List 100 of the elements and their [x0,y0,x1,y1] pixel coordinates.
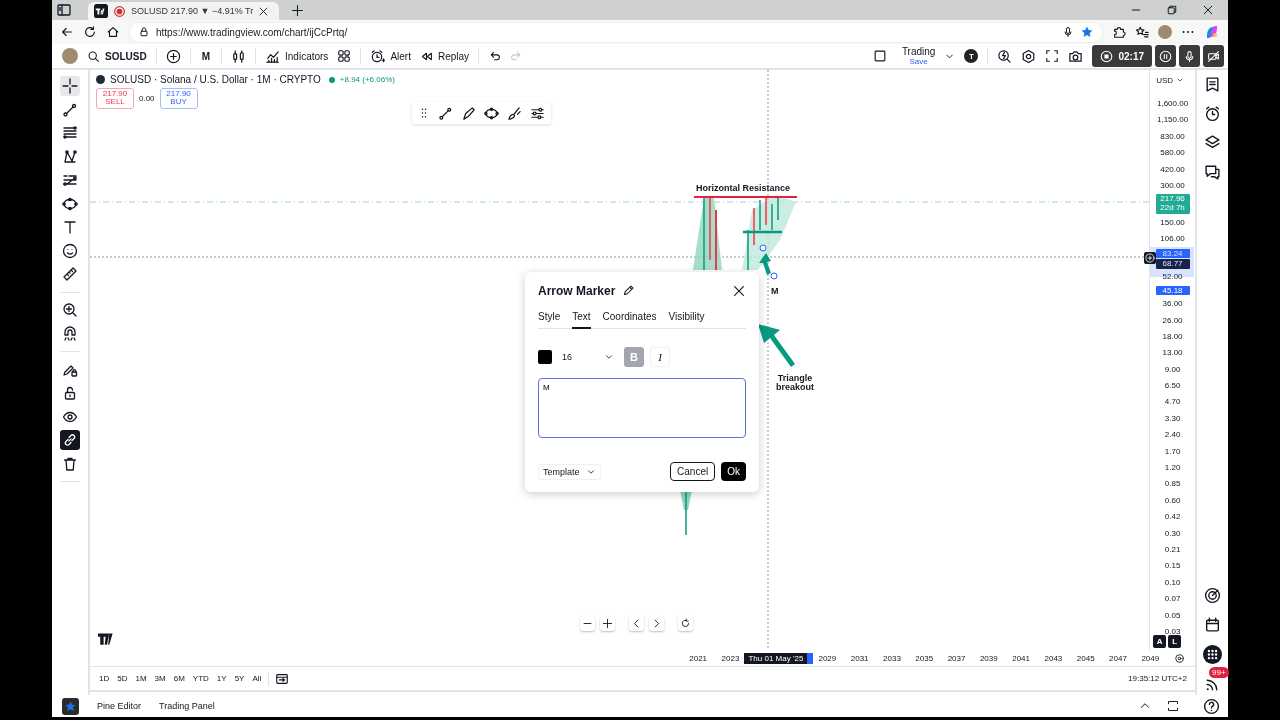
back-icon[interactable] [60,25,74,39]
calendar-icon[interactable] [1204,616,1221,633]
price-label: 830.00 [1160,130,1185,143]
recording-timer[interactable]: 02:17 [1092,45,1152,67]
zoom-in-button[interactable] [600,616,615,631]
mic-icon[interactable] [1062,26,1074,38]
mic-button[interactable] [1179,45,1200,67]
close-icon[interactable] [732,283,746,298]
favorites-button[interactable] [62,697,79,715]
ellipse-icon[interactable] [484,105,499,121]
user-avatar[interactable] [62,48,78,64]
dialog-tab[interactable]: Style [538,310,561,329]
watchlist-icon[interactable] [1204,76,1221,93]
reload-icon[interactable] [83,25,97,39]
camera-button[interactable] [1203,45,1224,67]
undo-icon[interactable] [488,49,502,63]
close-icon[interactable] [1202,4,1214,16]
layout-button[interactable]: Trading Save [901,46,936,66]
profile-avatar[interactable] [1158,25,1172,39]
range-button[interactable]: 1D [98,674,111,683]
layout-icon[interactable] [872,49,887,63]
chat-icon[interactable] [1204,163,1221,180]
scale-button[interactable]: A [1153,635,1167,648]
range-button[interactable]: 5Y [233,674,246,683]
fullscreen-icon[interactable] [1045,49,1060,63]
range-button[interactable]: 1M [134,674,148,683]
new-tab-icon[interactable] [291,3,305,17]
trend-line-icon[interactable] [438,105,453,121]
symbol-search[interactable]: SOLUSD [87,49,147,63]
layers-icon[interactable] [1204,134,1221,151]
settings-lines-icon[interactable] [530,105,545,121]
price-label: 0.21 [1164,543,1181,556]
range-button[interactable]: 3M [153,674,167,683]
range-button[interactable]: All [251,674,263,683]
crosshair-menu-icon[interactable] [1145,253,1156,263]
buy-button[interactable]: 217.90 BUY [159,88,198,109]
time-label: 2031 [849,653,870,663]
support-line [743,230,782,234]
favorite-star-icon[interactable] [1080,25,1094,39]
template-dropdown[interactable]: Template [538,463,601,480]
symbol-title[interactable]: SOLUSD · Solana / U.S. Dollar · 1M · CRYPTO [110,74,321,85]
browser-tab[interactable]: SOLUSD 217.90 ▼ −4.91% Tr [88,2,280,20]
color-swatch[interactable] [538,350,552,364]
currency-select[interactable]: USD [1150,70,1195,90]
apps-icon[interactable] [1203,645,1222,664]
dialog-tab[interactable]: Text [572,310,591,329]
scale-button[interactable]: L [1168,635,1182,648]
favorites-icon[interactable] [1135,25,1149,39]
maximize-icon[interactable] [1167,700,1179,712]
extension-icon[interactable] [1112,25,1126,39]
font-size-select[interactable]: 16 [558,348,618,366]
rename-icon[interactable] [622,284,636,297]
candles-icon[interactable] [231,48,246,64]
cancel-button[interactable]: Cancel [670,462,716,481]
text-field[interactable]: M [538,378,746,438]
dialog-tab[interactable]: Visibility [668,310,705,329]
account-avatar[interactable]: T [964,49,979,63]
quick-search-icon[interactable] [997,48,1013,64]
date-range-icon[interactable] [275,671,290,686]
sidebar-icon[interactable] [56,2,72,18]
templates-icon[interactable] [337,49,352,63]
format-button[interactable]: I [650,347,670,367]
scroll-left-button[interactable] [629,616,644,631]
restore-icon[interactable] [1166,4,1178,16]
compare-icon[interactable] [165,48,181,64]
drawing-tool[interactable] [60,430,80,450]
range-button[interactable]: YTD [191,674,210,683]
target-icon[interactable] [1204,587,1221,604]
copilot-icon[interactable] [1204,24,1220,40]
range-button[interactable]: 5D [116,674,129,683]
interval-button[interactable]: M [199,50,212,62]
reset-button[interactable] [678,616,693,631]
camera-icon[interactable] [1068,48,1084,64]
alert-button[interactable]: Alert [370,48,411,64]
range-button[interactable]: 6M [172,674,186,683]
pause-button[interactable] [1155,45,1176,67]
help-icon[interactable] [1203,697,1220,715]
close-tab-icon[interactable] [258,5,270,17]
panel-tab[interactable]: Trading Panel [159,701,215,711]
dialog-tab[interactable]: Coordinates [602,310,657,329]
zoom-out-button[interactable] [580,616,595,631]
address-bar[interactable]: https://www.tradingview.com/chart/ijCcPrtq/ [129,21,1103,43]
price-label: 580.00 [1160,147,1185,160]
market-status-icon [328,76,335,83]
axis-settings-icon[interactable] [1174,652,1185,664]
range-button[interactable]: 1Y [215,674,228,683]
settings-icon[interactable] [1021,48,1037,64]
brush-icon[interactable] [461,105,476,121]
home-icon[interactable] [106,25,120,39]
indicators-button[interactable]: Indicators [265,48,329,64]
price-label: 0.07 [1164,593,1181,606]
drawing-tool[interactable] [60,76,80,96]
sell-button[interactable]: 217.90 SELL [96,88,134,109]
paint-icon[interactable] [507,105,522,121]
alerts-icon[interactable] [1204,105,1221,122]
replay-button[interactable]: Replay [419,49,470,63]
scroll-right-button[interactable] [649,616,664,631]
time-label: 2023 [720,653,741,663]
ok-button[interactable]: Ok [721,462,746,481]
panel-tab[interactable]: Pine Editor [97,701,142,711]
